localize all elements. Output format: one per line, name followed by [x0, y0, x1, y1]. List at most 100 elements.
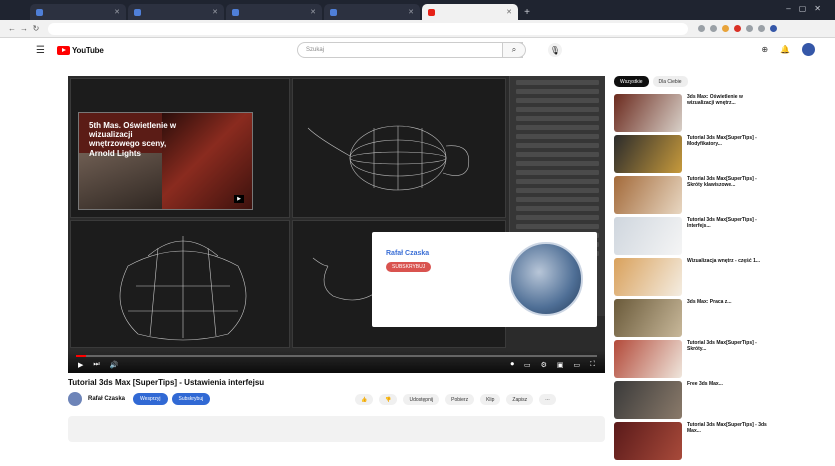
video-thumbnail[interactable]	[614, 381, 682, 419]
video-thumbnail[interactable]	[614, 176, 682, 214]
recommended-title[interactable]: Tutorial 3ds Max[SuperTips] - Interfejs.…	[687, 217, 771, 229]
browser-tab-active[interactable]: ✕	[422, 4, 518, 20]
sidebar-chips: Wszystkie Dla Ciebie	[614, 76, 688, 87]
video-thumbnail[interactable]	[614, 217, 682, 255]
close-icon[interactable]: ✕	[408, 8, 414, 16]
recommended-video[interactable]: Wizualizacja wnętrz - część 1...	[614, 258, 774, 298]
url-field[interactable]	[48, 22, 688, 35]
voice-search-icon[interactable]: 🎙	[548, 43, 562, 57]
create-icon[interactable]: ⊕	[761, 45, 768, 54]
logo-text: YouTube	[71, 45, 104, 55]
back-icon[interactable]: ←	[6, 24, 18, 33]
download-button[interactable]: Pobierz	[445, 394, 475, 405]
browser-tab[interactable]: ✕	[324, 4, 420, 20]
chip-for-you[interactable]: Dla Ciebie	[652, 76, 688, 87]
more-actions-icon[interactable]: ⋯	[539, 394, 557, 405]
notifications-icon[interactable]: 🔔	[780, 45, 790, 54]
video-title: Tutorial 3ds Max [SuperTips] - Ustawieni…	[68, 378, 265, 387]
suggested-video-overlay[interactable]: 5th Mas. Oświetlenie w wizualizacji wnęt…	[78, 112, 253, 210]
extension-icon[interactable]	[722, 25, 729, 32]
close-icon[interactable]: ✕	[114, 8, 120, 16]
player-controls: ▶ ⏭ 🔊 ⏺ ▭ ⚙ ▣ ▭ ⛶	[68, 351, 605, 373]
progress-bar[interactable]	[76, 355, 597, 357]
video-thumbnail[interactable]	[614, 135, 682, 173]
fullscreen-icon[interactable]: ⛶	[590, 361, 595, 369]
search-button[interactable]: ⌕	[502, 42, 526, 58]
window-controls[interactable]: –▢✕	[786, 4, 829, 13]
volume-icon[interactable]: 🔊	[110, 361, 119, 369]
recommended-video[interactable]: Tutorial 3ds Max[SuperTips] - Skróty...	[614, 340, 774, 380]
description-box[interactable]	[68, 416, 605, 442]
recommended-video[interactable]: Tutorial 3ds Max[SuperTips] - Interfejs.…	[614, 217, 774, 257]
youtube-play-icon	[56, 45, 70, 55]
favicon-icon	[36, 8, 43, 16]
recommended-video[interactable]: Tutorial 3ds Max[SuperTips] - 3ds Max...	[614, 422, 774, 462]
recommended-video[interactable]: Tutorial 3ds Max[SuperTips] - Modyfikato…	[614, 135, 774, 175]
dislike-button[interactable]: 👎	[379, 394, 398, 405]
search-input[interactable]: Szukaj	[297, 42, 523, 58]
close-icon[interactable]: ✕	[506, 8, 512, 16]
browser-tab[interactable]: ✕	[226, 4, 322, 20]
subtitles-icon[interactable]: ▭	[524, 361, 531, 369]
recommended-title[interactable]: Wizualizacja wnętrz - część 1...	[687, 258, 771, 264]
video-thumbnail[interactable]	[614, 258, 682, 296]
header-actions: ⊕ 🔔	[761, 43, 815, 56]
card-subscribe-button[interactable]: SUBSKRYBUJ	[386, 262, 432, 272]
overlay-duration: ▶	[234, 195, 244, 203]
teapot-wireframe-top	[307, 125, 470, 191]
next-icon[interactable]: ⏭	[93, 361, 99, 369]
video-player[interactable]: 5th Mas. Oświetlenie w wizualizacji wnęt…	[68, 76, 605, 373]
theater-icon[interactable]: ▭	[573, 361, 580, 369]
browser-tab[interactable]: ✕	[30, 4, 126, 20]
extension-icon[interactable]	[734, 25, 741, 32]
recommended-title[interactable]: 3ds Max: Oświetlenie w wizualizacji wnęt…	[687, 94, 771, 106]
recommended-title[interactable]: Tutorial 3ds Max[SuperTips] - 3ds Max...	[687, 422, 771, 434]
address-bar: ← → ↻	[0, 20, 835, 38]
share-button[interactable]: Udostępnij	[403, 394, 440, 405]
recommended-video[interactable]: Tutorial 3ds Max[SuperTips] - Skróty kla…	[614, 176, 774, 216]
settings-icon[interactable]: ⚙	[541, 361, 547, 369]
channel-end-card[interactable]: Rafał Czaska SUBSKRYBUJ	[372, 232, 597, 327]
video-actions: 👍 👎 Udostępnij Pobierz Klip Zapisz ⋯	[355, 394, 557, 405]
save-button[interactable]: Zapisz	[506, 394, 534, 405]
recommended-title[interactable]: 3ds Max: Praca z...	[687, 299, 771, 305]
extension-icon[interactable]	[710, 25, 717, 32]
video-thumbnail[interactable]	[614, 94, 682, 132]
progress-fill	[76, 355, 87, 357]
video-thumbnail[interactable]	[614, 422, 682, 460]
extension-icon[interactable]	[746, 25, 753, 32]
profile-icon[interactable]	[770, 25, 777, 32]
channel-avatar[interactable]	[68, 392, 82, 406]
extension-icon[interactable]	[758, 25, 765, 32]
close-icon[interactable]: ✕	[310, 8, 316, 16]
recommended-video[interactable]: Free 3ds Max...	[614, 381, 774, 421]
autoplay-toggle[interactable]: ⏺	[510, 361, 514, 369]
recommended-video[interactable]: 3ds Max: Oświetlenie w wizualizacji wnęt…	[614, 94, 774, 134]
recommended-video[interactable]: 3ds Max: Praca z...	[614, 299, 774, 339]
video-thumbnail[interactable]	[614, 340, 682, 378]
recommended-title[interactable]: Free 3ds Max...	[687, 381, 771, 387]
new-tab-button[interactable]: +	[520, 7, 534, 18]
recommended-title[interactable]: Tutorial 3ds Max[SuperTips] - Modyfikato…	[687, 135, 771, 147]
card-channel-name: Rafał Czaska	[386, 250, 430, 257]
channel-name[interactable]: Rafał Czaska	[88, 396, 125, 402]
play-icon[interactable]: ▶	[78, 361, 83, 369]
recommended-title[interactable]: Tutorial 3ds Max[SuperTips] - Skróty...	[687, 340, 771, 352]
chip-all[interactable]: Wszystkie	[614, 76, 649, 87]
close-icon[interactable]: ✕	[212, 8, 218, 16]
hamburger-menu-icon[interactable]: ☰	[36, 45, 45, 56]
join-button[interactable]: Wesprzyj	[133, 393, 168, 405]
browser-tab[interactable]: ✕	[128, 4, 224, 20]
clip-button[interactable]: Klip	[480, 394, 501, 405]
account-avatar[interactable]	[802, 43, 815, 56]
video-thumbnail[interactable]	[614, 299, 682, 337]
recommended-title[interactable]: Tutorial 3ds Max[SuperTips] - Skróty kla…	[687, 176, 771, 188]
youtube-logo[interactable]: YouTube	[56, 45, 104, 55]
like-button[interactable]: 👍	[355, 394, 374, 405]
subscribe-button[interactable]: Subskrybuj	[171, 393, 211, 405]
miniplayer-icon[interactable]: ▣	[557, 361, 564, 369]
forward-icon[interactable]: →	[18, 24, 30, 33]
extension-icons	[698, 25, 777, 32]
extension-icon[interactable]	[698, 25, 705, 32]
reload-icon[interactable]: ↻	[30, 24, 42, 33]
